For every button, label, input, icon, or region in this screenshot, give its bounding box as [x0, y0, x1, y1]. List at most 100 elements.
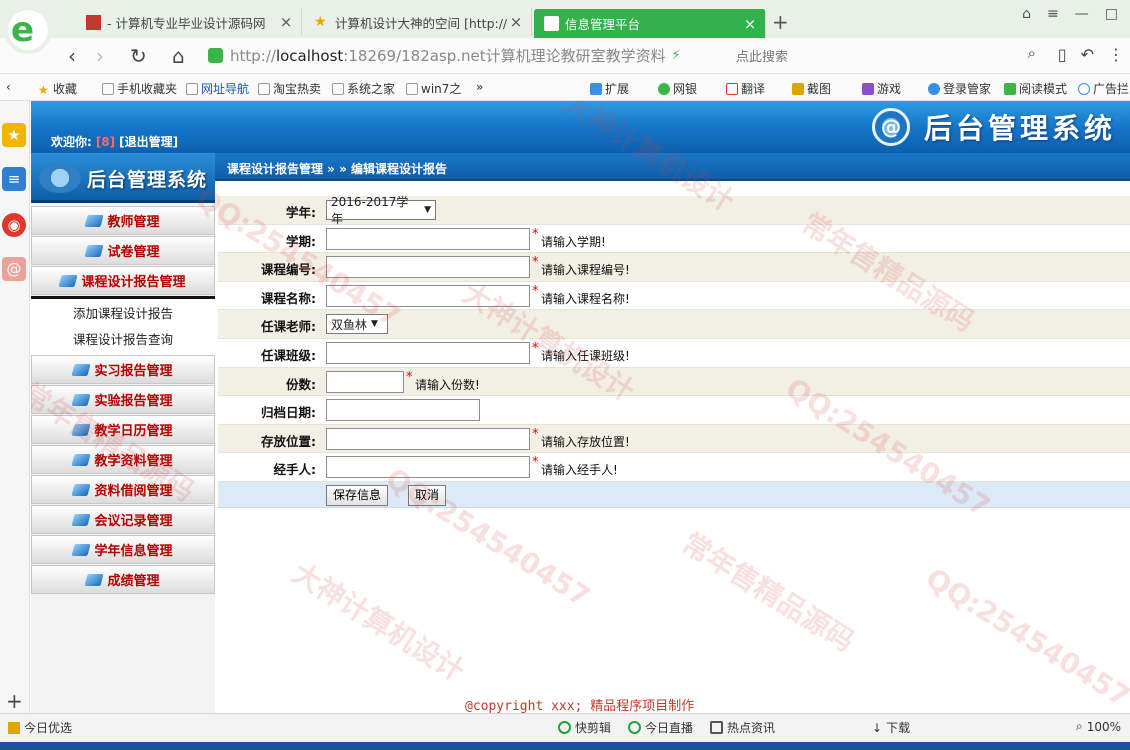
cancel-button[interactable]: 取消	[408, 484, 447, 506]
form-row-archive-date: 归档日期:	[218, 396, 1130, 425]
archive-date-input[interactable]	[326, 399, 480, 422]
bookmark-favorites[interactable]: ★ 收藏	[38, 80, 77, 97]
form-row-course-code: 课程编号: * 请输入课程编号!	[218, 253, 1130, 282]
search-icon[interactable]: ⌕	[1028, 44, 1036, 62]
screenshot-button[interactable]: 截图	[792, 80, 831, 97]
bookmark-item[interactable]: 手机收藏夹	[102, 80, 177, 97]
bank-icon	[658, 82, 670, 95]
minimize-icon[interactable]: —	[1075, 6, 1089, 22]
quick-clip-button[interactable]: 快剪辑	[558, 719, 611, 736]
semester-input[interactable]	[326, 227, 530, 250]
live-button[interactable]: 今日直播	[628, 719, 693, 736]
form-row-copies: 份数: * 请输入份数!	[218, 367, 1130, 397]
favorites-rail-icon[interactable]: ★	[2, 123, 26, 147]
os-taskbar	[0, 742, 1130, 750]
edit-report-form: 学年: 2016-2017学年 ▼ 学期: * 请输入学期! 课程编号: * 请输…	[218, 195, 1130, 508]
sidebar-title: 后台管理系统	[87, 169, 208, 191]
translate-icon	[726, 82, 738, 95]
chevron-down-icon: ▼	[371, 319, 378, 330]
adblock-button[interactable]: 广告拦	[1078, 80, 1129, 97]
browser-tab-2[interactable]: ★ 计算机设计大神的空间 [http://2 ×	[304, 8, 532, 36]
accelerate-icon[interactable]: ⚡	[672, 48, 681, 63]
menu-grades[interactable]: 成绩管理	[31, 565, 215, 594]
url-field[interactable]: http://localhost:18269/182asp.net计算机理论教研…	[208, 43, 728, 68]
copies-input[interactable]	[326, 370, 404, 393]
close-tab-icon[interactable]: ×	[277, 13, 295, 31]
admin-sidebar: 后台管理系统 教师管理 试卷管理 课程设计报告管理 添加课程设计报告 课程设计报…	[31, 153, 215, 713]
new-tab-button[interactable]: +	[772, 10, 789, 34]
teacher-select[interactable]: 双鱼林 ▼	[326, 314, 388, 335]
news-icon	[710, 721, 723, 734]
browser-status-bar: 今日优选 快剪辑 今日直播 热点资讯 ↓ 下载 ⌕ 100%	[0, 713, 1130, 750]
bookmark-item[interactable]: 网址导航	[186, 80, 249, 97]
more-icon[interactable]: ⋮	[1108, 45, 1124, 64]
menu-teacher[interactable]: 教师管理	[31, 206, 215, 235]
block-icon	[1078, 82, 1090, 95]
form-row-course-name: 课程名称: * 请输入课程名称!	[218, 282, 1130, 311]
menu-internship[interactable]: 实习报告管理	[31, 355, 215, 384]
close-tab-icon[interactable]: ×	[507, 13, 525, 31]
system-logo: @ 后台管理系统	[871, 107, 1116, 147]
course-report-submenu: 添加课程设计报告 课程设计报告查询	[31, 296, 215, 355]
games-button[interactable]: 游戏	[862, 80, 901, 97]
maximize-icon[interactable]: □	[1105, 6, 1118, 22]
address-bar: ‹ › ↻ ⌂ http://localhost:18269/182asp.ne…	[0, 38, 1130, 74]
home-icon[interactable]: ⌂	[172, 44, 185, 68]
close-tab-icon[interactable]: ×	[741, 15, 759, 33]
course-code-input[interactable]	[326, 256, 530, 279]
back-icon[interactable]: ‹	[68, 44, 76, 68]
search-input[interactable]: 点此搜索 ⌕	[736, 44, 1036, 65]
form-row-class: 任课班级: * 请输入任课班级!	[218, 339, 1130, 368]
menu-calendar[interactable]: 教学日历管理	[31, 415, 215, 444]
undo-icon[interactable]: ↶	[1081, 45, 1094, 64]
menu-academic-year[interactable]: 学年信息管理	[31, 535, 215, 564]
reload-icon[interactable]: ↻	[130, 44, 147, 68]
logout-link[interactable]: [退出管理]	[119, 135, 178, 149]
menu-course-report[interactable]: 课程设计报告管理	[31, 266, 215, 295]
bookmarks-more[interactable]: »	[476, 80, 483, 94]
form-row-year: 学年: 2016-2017学年 ▼	[218, 195, 1130, 226]
skin-icon[interactable]: ⌂	[1022, 6, 1031, 22]
play-icon	[628, 721, 641, 734]
download-button[interactable]: ↓ 下载	[872, 719, 910, 736]
location-input[interactable]	[326, 427, 530, 450]
bank-button[interactable]: 网银	[658, 80, 697, 97]
menu-materials[interactable]: 教学资料管理	[31, 445, 215, 474]
bookmark-item[interactable]: win7之	[406, 80, 461, 97]
sidebar-toggle-icon[interactable]: ‹	[6, 80, 11, 94]
year-select[interactable]: 2016-2017学年 ▼	[326, 195, 436, 226]
submenu-add-report[interactable]: 添加课程设计报告	[31, 301, 215, 327]
menu-exam[interactable]: 试卷管理	[31, 236, 215, 265]
course-name-input[interactable]	[326, 284, 530, 307]
browser-logo-icon[interactable]: e	[4, 6, 52, 54]
menu-icon[interactable]: ≡	[1047, 6, 1059, 22]
today-picks[interactable]: 今日优选	[8, 719, 72, 736]
page-icon	[332, 82, 344, 95]
form-row-location: 存放位置: * 请输入存放位置!	[218, 424, 1130, 454]
menu-experiment[interactable]: 实验报告管理	[31, 385, 215, 414]
mail-rail-icon[interactable]: @	[2, 257, 26, 281]
extensions-button[interactable]: 扩展	[590, 80, 629, 97]
news-rail-icon[interactable]: ≡	[2, 167, 26, 191]
bookmark-item[interactable]: 淘宝热卖	[258, 80, 321, 97]
forward-icon[interactable]: ›	[96, 44, 104, 68]
gift-icon	[8, 721, 20, 734]
news-button[interactable]: 热点资讯	[710, 719, 775, 736]
browser-tab-1[interactable]: - 计算机专业毕业设计源码网 ×	[76, 8, 302, 36]
submenu-query-report[interactable]: 课程设计报告查询	[31, 327, 215, 353]
handler-input[interactable]	[326, 456, 530, 479]
class-input[interactable]	[326, 341, 530, 364]
menu-meeting[interactable]: 会议记录管理	[31, 505, 215, 534]
add-rail-icon[interactable]: +	[6, 689, 23, 713]
weibo-rail-icon[interactable]: ◉	[2, 213, 26, 237]
bookmark-item[interactable]: 系统之家	[332, 80, 395, 97]
translate-button[interactable]: 翻译	[726, 80, 765, 97]
zoom-level[interactable]: ⌕ 100%	[1076, 719, 1121, 734]
phone-icon[interactable]: ▯	[1058, 45, 1067, 64]
save-button[interactable]: 保存信息	[326, 484, 389, 506]
login-manager-button[interactable]: 登录管家	[928, 80, 991, 97]
browser-tab-active[interactable]: 信息管理平台 ×	[534, 9, 766, 38]
reader-mode-button[interactable]: 阅读模式	[1004, 80, 1067, 97]
window-controls: ⌂ ≡ — □	[1022, 6, 1118, 22]
menu-borrow[interactable]: 资料借阅管理	[31, 475, 215, 504]
